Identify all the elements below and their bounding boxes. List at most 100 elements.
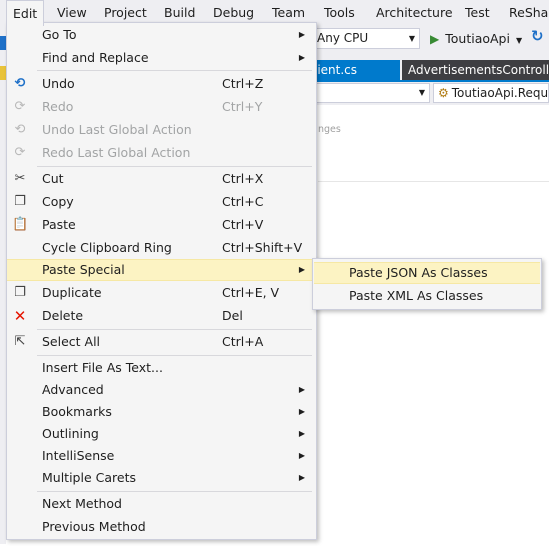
menu-resharper[interactable]: ReSharper xyxy=(503,0,549,24)
menu-separator xyxy=(37,355,312,356)
menu-item-shortcut: Ctrl+V xyxy=(222,217,264,232)
menu-item-label: Outlining xyxy=(42,426,99,441)
copy-icon: ❐ xyxy=(14,194,26,209)
run-target-label: ToutiaoApi xyxy=(445,31,510,46)
menu-item-paste-json[interactable]: Paste JSON As Classes xyxy=(314,262,540,284)
type-combo[interactable]: ▼ xyxy=(312,83,430,103)
menu-item-shortcut: Ctrl+E, V xyxy=(222,285,280,300)
menu-item-paste[interactable]: 📋 Paste Ctrl+V xyxy=(7,214,316,236)
menu-item-label: Insert File As Text... xyxy=(42,360,163,375)
redo-icon: ⟳ xyxy=(14,99,26,114)
menu-item-paste-xml[interactable]: Paste XML As Classes xyxy=(314,285,540,307)
undo-global-icon: ⟲ xyxy=(14,122,26,137)
clipboard-icon: 📋 xyxy=(12,217,29,232)
menu-item-select-all[interactable]: ⇱ Select All Ctrl+A xyxy=(7,331,316,353)
menu-item-label: Advanced xyxy=(42,382,104,397)
menu-item-shortcut: Ctrl+Z xyxy=(222,76,264,91)
start-button[interactable]: ▶ ToutiaoApi ▼ xyxy=(430,28,522,49)
menu-item-redo-global: ⟳ Redo Last Global Action xyxy=(7,142,316,164)
class-icon: ⚙ xyxy=(438,86,449,100)
menu-view[interactable]: View xyxy=(51,0,93,24)
menu-edit[interactable]: Edit xyxy=(6,0,45,26)
menu-item-label: Redo xyxy=(42,99,74,114)
menu-item-label: Copy xyxy=(42,194,74,209)
menu-item-outlining[interactable]: Outlining ▶ xyxy=(7,423,316,445)
menu-separator xyxy=(37,329,312,330)
tab-advertisements-label: AdvertisementsControlle xyxy=(408,63,549,77)
menu-build[interactable]: Build xyxy=(158,0,201,24)
menu-item-delete[interactable]: ✕ Delete Del xyxy=(7,305,316,327)
menu-item-cycle-clipboard[interactable]: Cycle Clipboard Ring Ctrl+Shift+V xyxy=(7,237,316,259)
menu-separator xyxy=(37,491,312,492)
duplicate-icon: ❐ xyxy=(14,285,26,300)
platform-value: Any CPU xyxy=(317,31,369,45)
menu-item-label: Go To xyxy=(42,27,77,42)
submenu-arrow-icon: ▶ xyxy=(298,429,305,438)
select-all-icon: ⇱ xyxy=(14,334,26,349)
refresh-icon[interactable]: ↻ xyxy=(531,27,544,45)
menu-item-shortcut: Ctrl+X xyxy=(222,171,264,186)
member-value: ToutiaoApi.Requ xyxy=(451,86,549,100)
menu-item-label: Redo Last Global Action xyxy=(42,145,191,160)
menu-item-label: Cut xyxy=(42,171,64,186)
menu-item-previous-method[interactable]: Previous Method xyxy=(7,516,316,538)
menu-item-go-to[interactable]: Go To ▶ xyxy=(7,24,316,46)
menu-item-find-replace[interactable]: Find and Replace ▶ xyxy=(7,47,316,69)
editor-hint-text: nges xyxy=(318,124,341,135)
menu-item-label: Undo xyxy=(42,76,75,91)
menu-item-advanced[interactable]: Advanced ▶ xyxy=(7,379,316,401)
menu-item-label: Select All xyxy=(42,334,101,349)
menu-item-label: Next Method xyxy=(42,496,122,511)
menu-item-label: Duplicate xyxy=(42,285,102,300)
submenu-arrow-icon: ▶ xyxy=(298,265,305,274)
menu-item-bookmarks[interactable]: Bookmarks ▶ xyxy=(7,401,316,423)
menu-item-intellisense[interactable]: IntelliSense ▶ xyxy=(7,445,316,467)
menu-item-label: IntelliSense xyxy=(42,448,115,463)
chevron-down-icon: ▼ xyxy=(418,88,425,97)
editor-divider xyxy=(318,181,549,182)
menu-item-label: Multiple Carets xyxy=(42,470,136,485)
platform-combo[interactable]: Any CPU ▼ xyxy=(312,28,420,49)
menu-item-shortcut: Ctrl+A xyxy=(222,334,264,349)
tab-advertisements-controller[interactable]: AdvertisementsControlle xyxy=(402,60,549,80)
menu-item-shortcut: Ctrl+C xyxy=(222,194,264,209)
menu-item-copy[interactable]: ❐ Copy Ctrl+C xyxy=(7,191,316,213)
submenu-arrow-icon: ▶ xyxy=(298,407,305,416)
menu-item-redo: ⟳ Redo Ctrl+Y xyxy=(7,96,316,118)
menu-item-duplicate[interactable]: ❐ Duplicate Ctrl+E, V xyxy=(7,282,316,304)
paste-special-submenu: Paste JSON As Classes Paste XML As Class… xyxy=(312,258,542,310)
menu-architecture[interactable]: Architecture xyxy=(370,0,459,24)
submenu-arrow-icon: ▶ xyxy=(298,53,305,62)
menu-separator xyxy=(37,70,312,71)
menu-team[interactable]: Team xyxy=(266,0,311,24)
menu-item-undo[interactable]: ⟲ Undo Ctrl+Z xyxy=(7,73,316,95)
chevron-down-icon: ▼ xyxy=(408,34,415,43)
edit-menu: Go To ▶ Find and Replace ▶ ⟲ Undo Ctrl+Z… xyxy=(6,22,317,540)
scissors-icon: ✂ xyxy=(14,171,26,186)
chevron-down-icon[interactable]: ▼ xyxy=(516,36,522,45)
menu-item-shortcut: Ctrl+Shift+V xyxy=(222,240,303,255)
menu-project[interactable]: Project xyxy=(98,0,153,24)
submenu-arrow-icon: ▶ xyxy=(298,451,305,460)
menu-item-label: Undo Last Global Action xyxy=(42,122,192,137)
submenu-arrow-icon: ▶ xyxy=(298,473,305,482)
menu-debug[interactable]: Debug xyxy=(207,0,260,24)
menu-item-insert-file[interactable]: Insert File As Text... xyxy=(7,357,316,379)
menu-item-next-method[interactable]: Next Method xyxy=(7,493,316,515)
tab-client[interactable]: lient.cs xyxy=(308,60,400,80)
menu-item-shortcut: Ctrl+Y xyxy=(222,99,263,114)
menu-item-paste-special[interactable]: Paste Special ▶ xyxy=(7,259,316,281)
menu-item-multiple-carets[interactable]: Multiple Carets ▶ xyxy=(7,467,316,489)
menu-item-label: Bookmarks xyxy=(42,404,112,419)
menu-item-shortcut: Del xyxy=(222,308,243,323)
menu-item-label: Paste XML As Classes xyxy=(349,288,484,303)
menu-separator xyxy=(37,166,312,167)
menu-item-label: Delete xyxy=(42,308,84,323)
menu-item-label: Paste xyxy=(42,217,76,232)
menu-item-cut[interactable]: ✂ Cut Ctrl+X xyxy=(7,168,316,190)
menu-item-undo-global: ⟲ Undo Last Global Action xyxy=(7,119,316,141)
undo-icon: ⟲ xyxy=(14,76,26,91)
menu-tools[interactable]: Tools xyxy=(318,0,361,24)
member-combo[interactable]: ⚙ ToutiaoApi.Requ xyxy=(433,83,549,103)
menu-test[interactable]: Test xyxy=(459,0,496,24)
